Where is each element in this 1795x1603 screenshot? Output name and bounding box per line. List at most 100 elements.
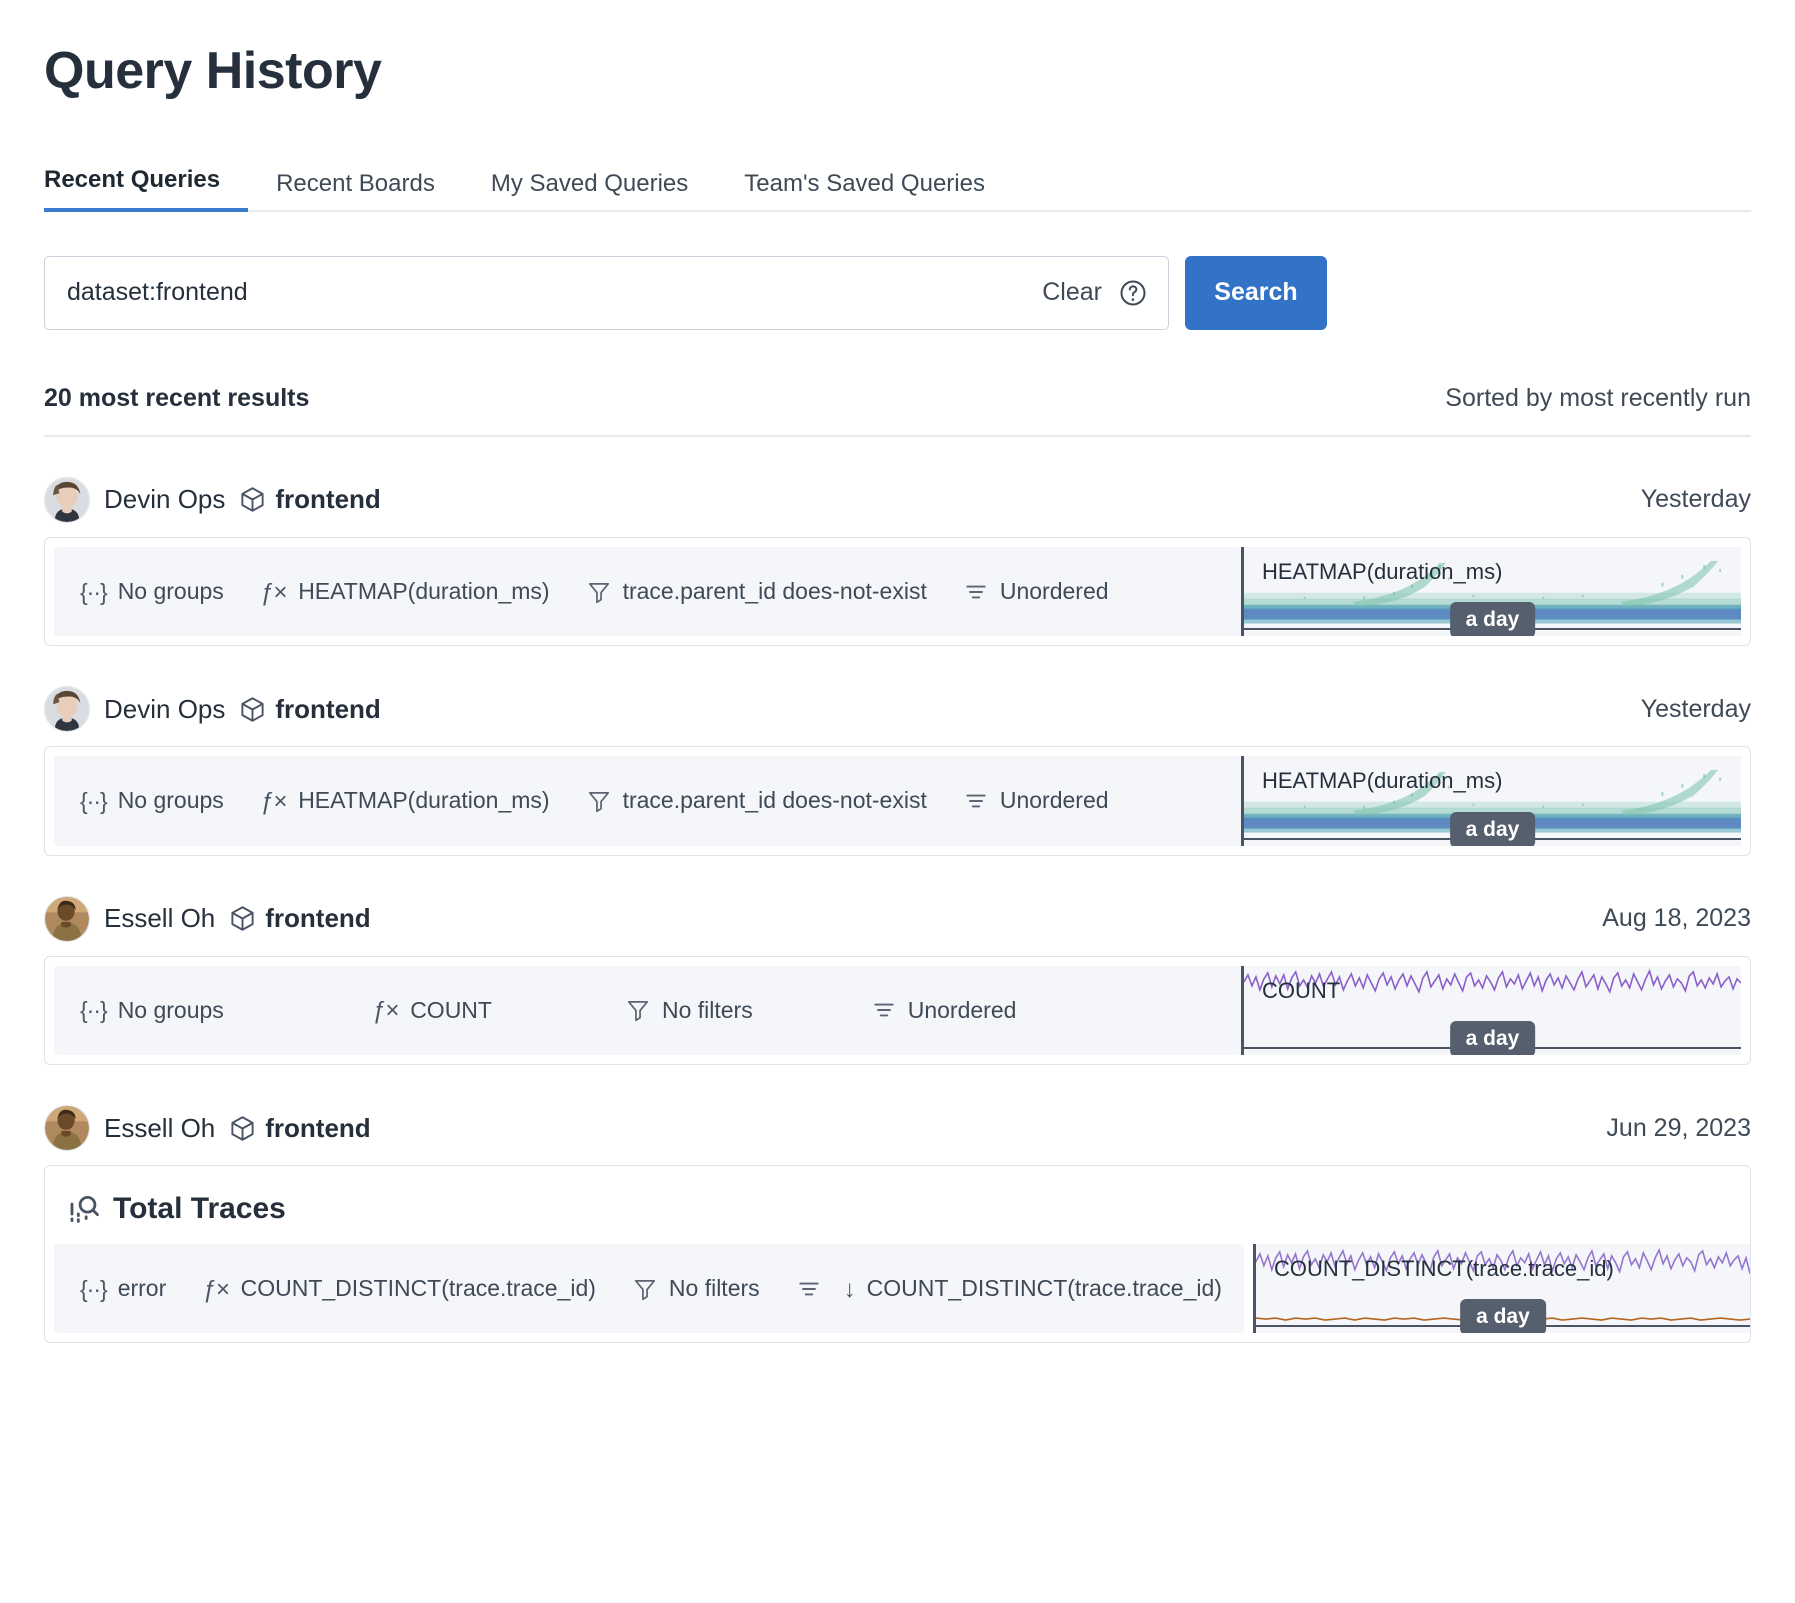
dataset-name: frontend: [265, 1113, 370, 1144]
query-result-chart[interactable]: HEATMAP(duration_ms) a day: [1241, 547, 1741, 636]
query-order: Unordered: [945, 578, 1127, 605]
query-filters-label: trace.parent_id does-not-exist: [623, 787, 927, 814]
chart-time-range-badge: a day: [1450, 812, 1536, 846]
page-title: Query History: [44, 42, 1751, 102]
clear-button[interactable]: Clear: [1042, 278, 1118, 307]
entry-header: Essell Oh frontend Aug 18, 2023: [44, 896, 1751, 942]
dataset-link[interactable]: frontend: [229, 903, 370, 934]
query-card[interactable]: {··} No groups ƒ× HEATMAP(duration_ms) t…: [44, 746, 1751, 855]
query-calculation: ƒ× COUNT: [242, 997, 510, 1024]
chart-time-range-badge: a day: [1450, 1021, 1536, 1055]
avatar: [44, 477, 90, 523]
author-name: Essell Oh: [104, 1113, 215, 1144]
results-meta: 20 most recent results Sorted by most re…: [44, 384, 1751, 437]
entry-date: Aug 18, 2023: [1602, 904, 1751, 933]
query-calculation: ƒ× HEATMAP(duration_ms): [242, 578, 568, 605]
filter-icon: [586, 788, 612, 814]
query-filters: trace.parent_id does-not-exist: [568, 578, 945, 605]
query-filters-label: No filters: [669, 1275, 760, 1302]
chart-time-range-badge: a day: [1460, 1299, 1546, 1333]
dataset-link[interactable]: frontend: [239, 694, 380, 725]
question-circle-icon[interactable]: [1118, 278, 1148, 308]
board-title: Total Traces: [113, 1192, 286, 1226]
query-summary-bar: {··} error ƒ× COUNT_DISTINCT(trace.trace…: [54, 1244, 1244, 1333]
entry-date: Yesterday: [1641, 485, 1751, 514]
order-icon: [963, 579, 989, 605]
board-title-row[interactable]: Total Traces: [45, 1166, 1750, 1244]
query-calculation: ƒ× HEATMAP(duration_ms): [242, 787, 568, 814]
query-calculation-label: HEATMAP(duration_ms): [298, 578, 549, 605]
query-entry: Devin Ops frontend Yesterday {··}: [44, 686, 1751, 855]
query-order-label: Unordered: [1000, 787, 1109, 814]
query-calculation-label: COUNT: [410, 997, 492, 1024]
query-result-chart[interactable]: HEATMAP(duration_ms) a day: [1241, 756, 1741, 845]
groups-icon: {··}: [80, 579, 107, 605]
filter-icon: [586, 579, 612, 605]
query-order-label: Unordered: [908, 997, 1017, 1024]
chart-time-range-badge: a day: [1450, 602, 1536, 636]
query-result-chart[interactable]: COUNT a day: [1241, 966, 1741, 1055]
tab-bar: Recent Queries Recent Boards My Saved Qu…: [44, 164, 1751, 212]
function-icon: ƒ×: [260, 788, 287, 814]
query-board-icon: [67, 1192, 101, 1226]
query-calculation-label: HEATMAP(duration_ms): [298, 787, 549, 814]
tab-recent-boards[interactable]: Recent Boards: [248, 170, 463, 212]
query-card[interactable]: Total Traces {··} error ƒ× COUNT_DISTINC…: [44, 1165, 1751, 1343]
results-count: 20 most recent results: [44, 384, 309, 413]
search-button[interactable]: Search: [1185, 256, 1327, 330]
entry-author-block: Essell Oh frontend: [44, 1105, 371, 1151]
query-calculation: ƒ× COUNT_DISTINCT(trace.trace_id): [184, 1275, 614, 1302]
query-card[interactable]: {··} No groups ƒ× COUNT No filters: [44, 956, 1751, 1065]
query-filters: No filters: [614, 1275, 778, 1302]
cube-icon: [229, 1115, 256, 1142]
query-filters-label: trace.parent_id does-not-exist: [623, 578, 927, 605]
dataset-name: frontend: [265, 903, 370, 934]
query-groups-label: error: [118, 1275, 167, 1302]
groups-icon: {··}: [80, 997, 107, 1023]
query-groups: {··} error: [58, 1275, 184, 1302]
query-result-chart[interactable]: COUNT_DISTINCT(trace.trace_id) a day: [1253, 1244, 1750, 1333]
groups-icon: {··}: [80, 1276, 107, 1302]
results-sort-label[interactable]: Sorted by most recently run: [1445, 384, 1751, 413]
author-name: Essell Oh: [104, 903, 215, 934]
dataset-link[interactable]: frontend: [229, 1113, 370, 1144]
function-icon: ƒ×: [260, 579, 287, 605]
order-icon: [963, 788, 989, 814]
query-card[interactable]: {··} No groups ƒ× HEATMAP(duration_ms) t…: [44, 537, 1751, 646]
query-order-label: Unordered: [1000, 578, 1109, 605]
avatar: [44, 1105, 90, 1151]
function-icon: ƒ×: [202, 1276, 229, 1302]
query-entry: Essell Oh frontend Aug 18, 2023 {··}: [44, 896, 1751, 1065]
function-icon: ƒ×: [372, 997, 399, 1023]
avatar: [44, 896, 90, 942]
query-order: Unordered: [771, 997, 1035, 1024]
query-filters: No filters: [510, 997, 771, 1024]
cube-icon: [239, 486, 266, 513]
query-groups-label: No groups: [118, 997, 224, 1024]
search-input[interactable]: dataset:frontend: [67, 278, 1042, 307]
groups-icon: {··}: [80, 788, 107, 814]
query-entry: Essell Oh frontend Jun 29, 2023: [44, 1105, 1751, 1343]
query-groups-label: No groups: [118, 787, 224, 814]
tab-my-saved-queries[interactable]: My Saved Queries: [463, 170, 716, 212]
sort-descending-icon: ↓: [844, 1276, 856, 1302]
query-order-extra-label: COUNT_DISTINCT(trace.trace_id): [867, 1275, 1222, 1302]
card-body: {··} error ƒ× COUNT_DISTINCT(trace.trace…: [45, 1244, 1750, 1342]
query-groups-label: No groups: [118, 578, 224, 605]
tab-recent-queries[interactable]: Recent Queries: [44, 166, 248, 212]
tab-teams-saved-queries[interactable]: Team's Saved Queries: [716, 170, 1013, 212]
entry-header: Devin Ops frontend Yesterday: [44, 686, 1751, 732]
query-summary-bar: {··} No groups ƒ× COUNT No filters: [54, 966, 1241, 1055]
cube-icon: [239, 696, 266, 723]
filter-icon: [632, 1276, 658, 1302]
query-filters-label: No filters: [662, 997, 753, 1024]
query-order: ↓ COUNT_DISTINCT(trace.trace_id): [778, 1275, 1240, 1302]
query-filters: trace.parent_id does-not-exist: [568, 787, 945, 814]
query-calculation-label: COUNT_DISTINCT(trace.trace_id): [241, 1275, 596, 1302]
entry-author-block: Essell Oh frontend: [44, 896, 371, 942]
search-box[interactable]: dataset:frontend Clear: [44, 256, 1169, 330]
order-icon: [796, 1276, 822, 1302]
dataset-link[interactable]: frontend: [239, 484, 380, 515]
cube-icon: [229, 905, 256, 932]
search-row: dataset:frontend Clear Search: [44, 256, 1751, 330]
